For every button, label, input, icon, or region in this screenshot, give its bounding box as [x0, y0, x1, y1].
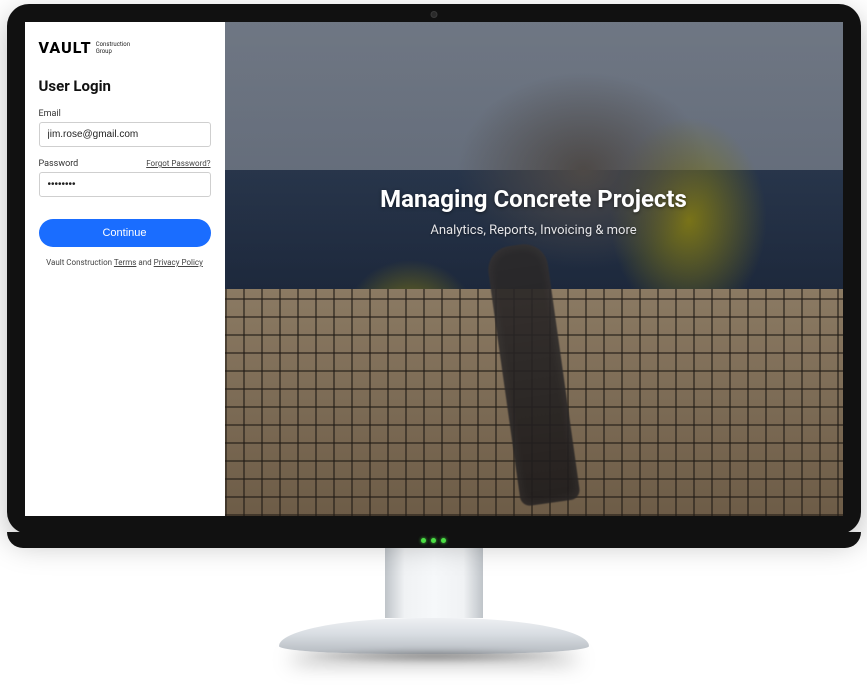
hero-copy: Managing Concrete Projects Analytics, Re… [225, 185, 843, 238]
led-indicator-icon [421, 538, 426, 543]
login-panel: VAULT Construction Group User Login Emai… [25, 22, 225, 516]
monitor-stand-neck [385, 548, 483, 618]
legal-text: Vault Construction Terms and Privacy Pol… [39, 257, 211, 268]
email-label: Email [39, 109, 211, 119]
hero-title: Managing Concrete Projects [225, 185, 843, 213]
forgot-password-link[interactable]: Forgot Password? [146, 159, 210, 168]
app-screen: VAULT Construction Group User Login Emai… [25, 22, 843, 516]
hero-subtitle: Analytics, Reports, Invoicing & more [225, 223, 843, 238]
terms-link[interactable]: Terms [114, 258, 136, 267]
monitor-mockup: VAULT Construction Group User Login Emai… [7, 4, 861, 654]
privacy-link[interactable]: Privacy Policy [154, 258, 203, 267]
login-heading: User Login [39, 77, 211, 95]
password-label: Password [39, 159, 79, 169]
password-field[interactable] [39, 172, 211, 197]
continue-button[interactable]: Continue [39, 219, 211, 247]
brand-subtitle: Construction Group [96, 42, 130, 55]
monitor-stand-base [279, 618, 589, 654]
brand-name: VAULT [39, 38, 92, 57]
led-indicator-icon [431, 538, 436, 543]
led-indicator-icon [441, 538, 446, 543]
monitor-chin [7, 532, 861, 548]
camera-icon [430, 11, 437, 18]
email-field[interactable] [39, 122, 211, 147]
brand-logo: VAULT Construction Group [39, 38, 211, 57]
hero-image-panel: Managing Concrete Projects Analytics, Re… [225, 22, 843, 516]
monitor-bezel: VAULT Construction Group User Login Emai… [7, 4, 861, 534]
